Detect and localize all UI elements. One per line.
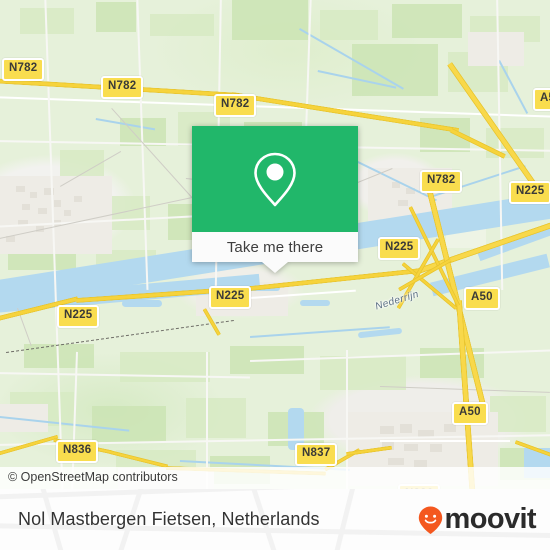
map-pin-icon: [254, 152, 296, 207]
road-shield: A50: [464, 287, 500, 310]
road-shield: N837: [295, 443, 338, 466]
map-attribution[interactable]: © OpenStreetMap contributors: [0, 467, 550, 489]
road-shield: N225: [378, 237, 421, 260]
card-pointer-tip: [262, 262, 288, 273]
moovit-logo[interactable]: moovit: [417, 503, 537, 535]
road-shield: N225: [209, 286, 252, 309]
road-shield: A50: [452, 402, 488, 425]
moovit-wordmark: moovit: [444, 503, 537, 535]
road-shield: N782: [101, 76, 144, 99]
screenshot-root: Nederrijn N782 N782 N782 N782 N225 N225 N225 N2…: [0, 0, 550, 550]
road-shield: N782: [420, 170, 463, 193]
moovit-smiley-pin-icon: [417, 505, 444, 535]
road-shield: N225: [509, 181, 550, 204]
take-me-there-label: Take me there: [226, 238, 324, 256]
location-callout-card[interactable]: Take me there: [192, 126, 358, 273]
card-icon-panel: [192, 126, 358, 232]
road-shield: A50: [533, 88, 550, 111]
road-shield: N782: [2, 58, 45, 81]
road-shield: N836: [56, 440, 99, 463]
take-me-there-button[interactable]: Take me there: [192, 232, 358, 262]
road-shield: N225: [57, 305, 100, 328]
footer-place-title: Nol Mastbergen Fietsen, Netherlands: [18, 509, 320, 529]
footer-bar: Nol Mastbergen Fietsen, Netherlands moov…: [0, 489, 550, 550]
road-shield: N782: [214, 94, 257, 117]
